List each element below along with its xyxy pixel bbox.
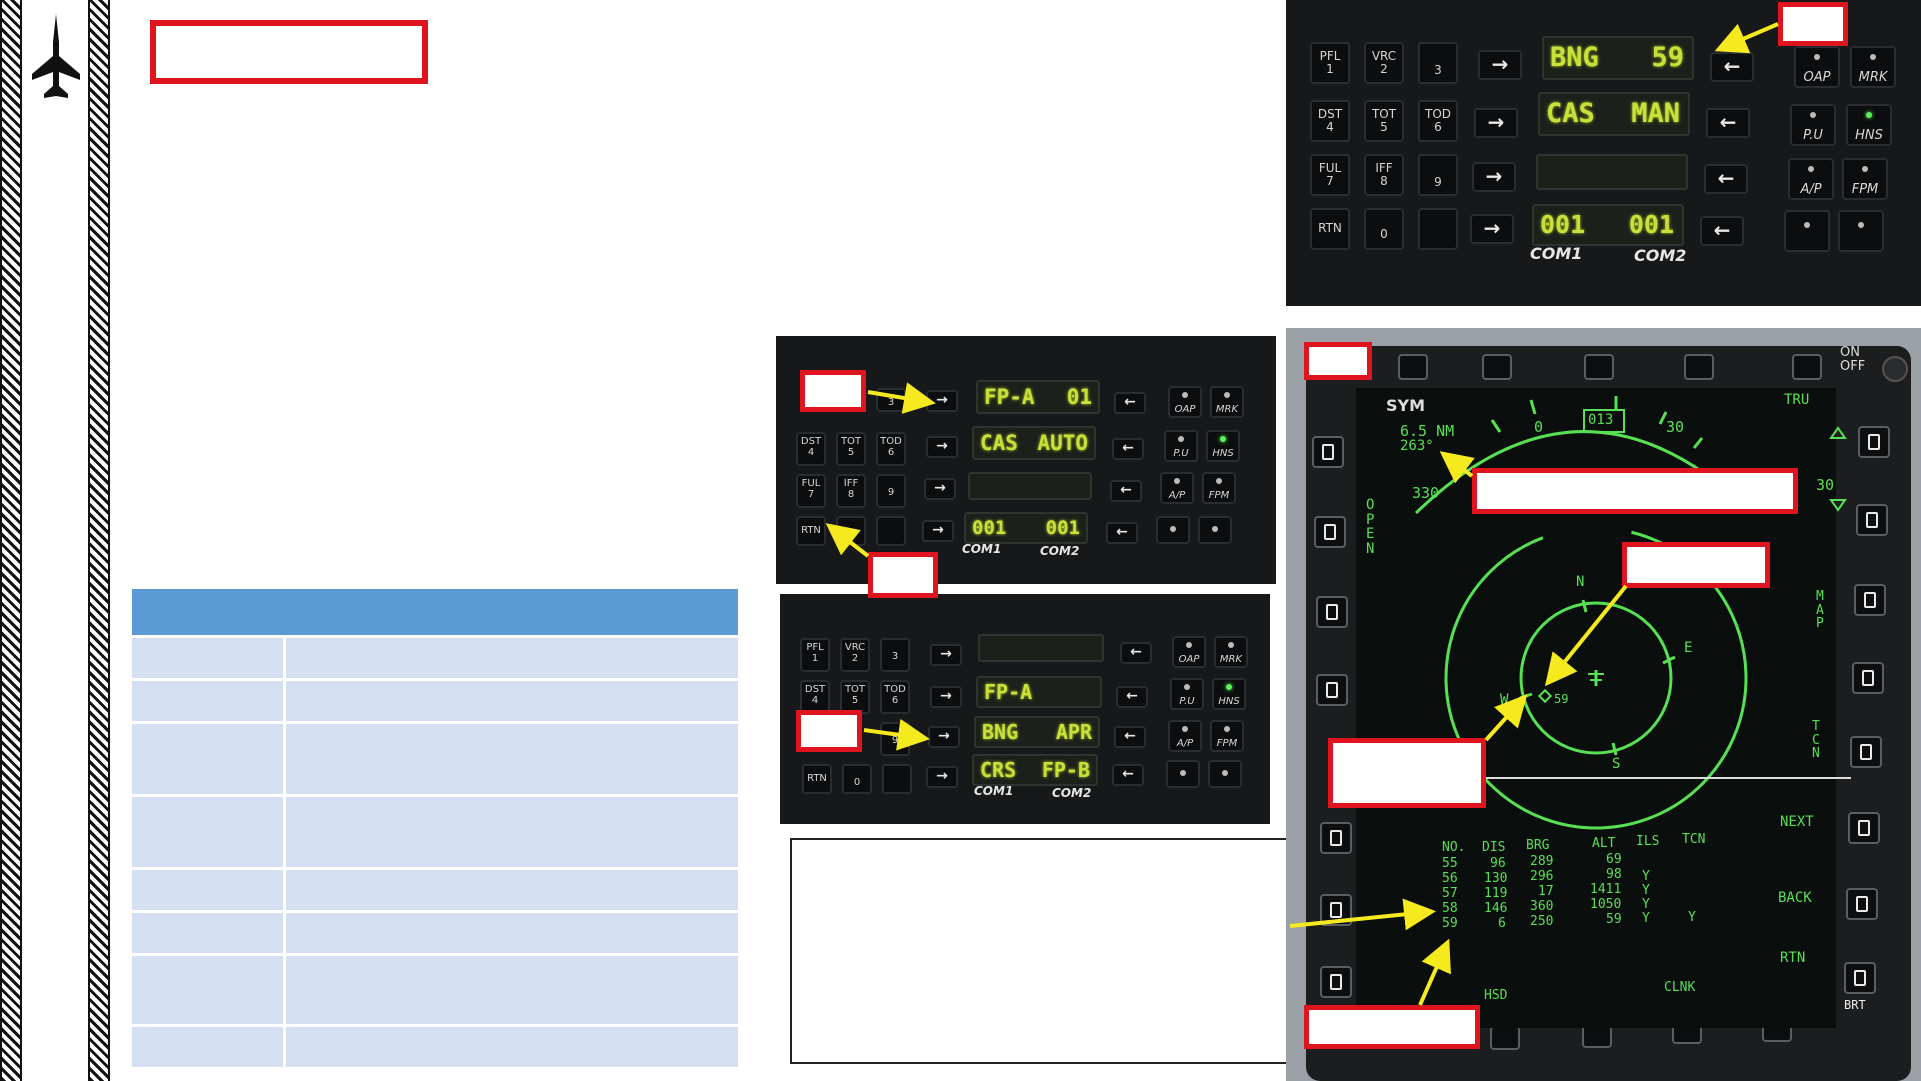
slide: PFL 1 VRC 2 3 DST 4 TOT 5 TOD 6 FUL 7 IFF 8 9 R… xyxy=(0,0,1921,1081)
callout-arrows xyxy=(825,22,1779,1006)
